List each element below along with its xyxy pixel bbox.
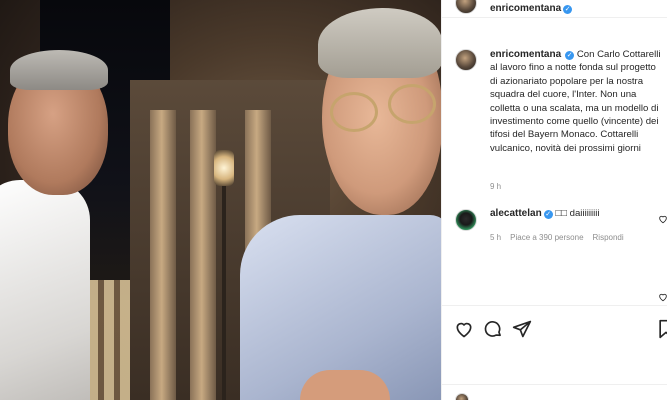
pillar [150,110,176,400]
glasses-right-lens [388,84,436,124]
person-left-shirt [0,180,90,400]
comment-timestamp[interactable]: 5 h [490,233,501,242]
author-avatar[interactable] [455,0,477,14]
post-actions [442,305,667,355]
comment-likes-count[interactable]: Piace a 390 persone [510,233,583,242]
commenter-avatar[interactable] [455,209,477,231]
post-caption: enricomentana ✓ Con Carlo Cottarelli al l… [490,48,665,155]
commenter-username[interactable]: alecattelan [490,208,542,219]
caption-author-username[interactable]: enricomentana [490,49,561,60]
verified-icon: ✓ [543,210,553,219]
paper-plane-icon[interactable] [512,319,532,339]
lamp-pole [222,186,226,400]
person-right-hand [300,370,390,400]
comment-icon[interactable] [483,319,503,339]
post-sidebar: enricomentana ✓ enricomentana ✓ Con Carlo … [441,0,667,400]
bookmark-icon[interactable] [656,319,667,339]
comment-like-heart-icon[interactable] [658,214,667,224]
reply-button[interactable]: Rispondi [593,233,624,242]
caption-timestamp[interactable]: 9 h [490,182,501,191]
street-lamp [214,150,234,186]
glasses-left-lens [330,92,378,132]
person-right-hair [318,8,441,78]
person-left-hair [10,50,108,90]
verified-icon: ✓ [563,5,573,14]
comment: alecattelan ✓ □□ daiiiiiiiii [490,208,660,219]
caption-text: Con Carlo Cottarelli al lavoro fino a no… [490,49,661,154]
pillar [190,110,216,400]
divider [442,384,667,385]
verified-icon: ✓ [565,51,575,60]
comment-meta: 5 h Piace a 390 persone Rispondi [490,233,624,242]
comment-text: □□ daiiiiiiiii [555,208,600,219]
likers-avatar[interactable] [455,393,469,400]
heart-icon[interactable] [454,319,474,339]
comment-like-heart-icon[interactable] [658,292,667,302]
post-photo[interactable] [0,0,441,400]
caption-author-avatar[interactable] [455,49,477,71]
author-username[interactable]: enricomentana [490,3,561,14]
post-header: enricomentana ✓ [442,0,667,18]
